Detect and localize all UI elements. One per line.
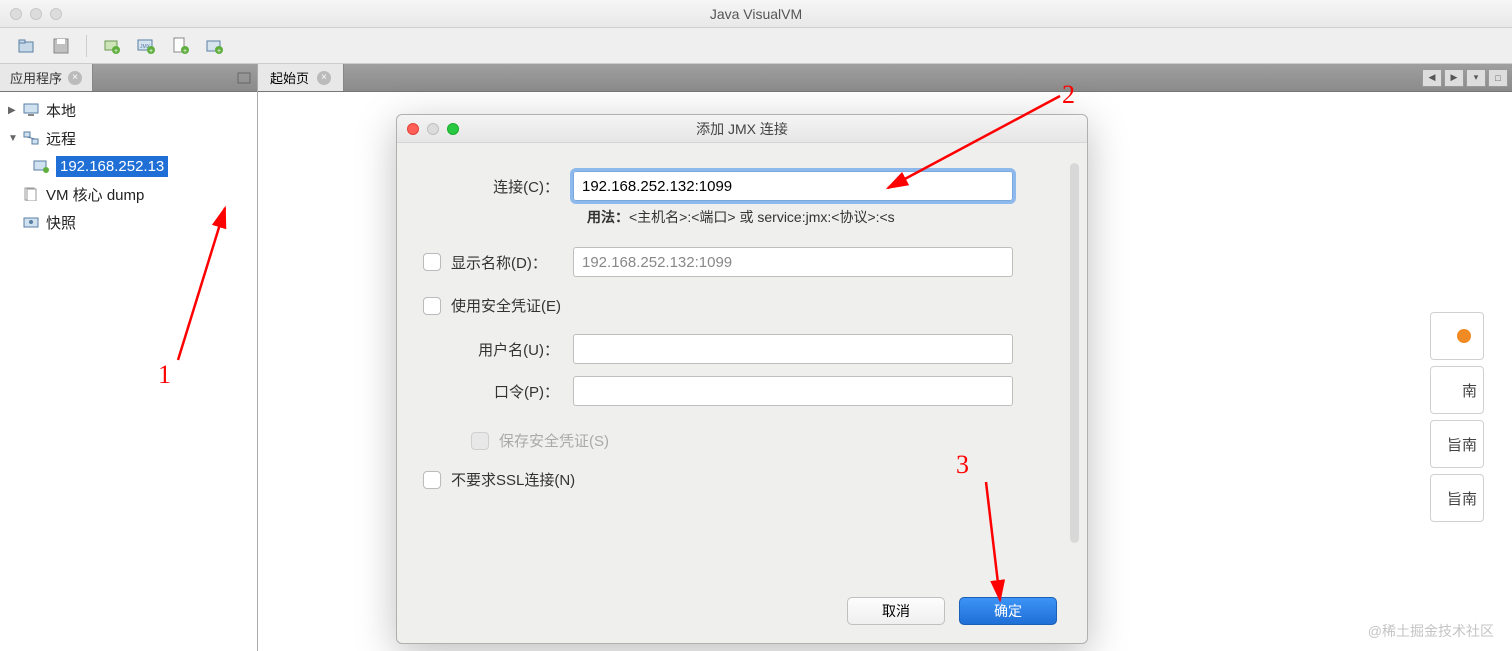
hint-cards: 南 旨南 旨南 [1430, 312, 1484, 528]
dump-icon [22, 186, 40, 202]
tree-label: 远程 [46, 128, 76, 149]
tb-add-jmx-icon[interactable]: JMX+ [131, 32, 161, 60]
svg-text:+: + [217, 48, 221, 55]
tab-startpage[interactable]: 起始页 × [258, 64, 344, 91]
nav-right-icon[interactable]: ▶ [1444, 69, 1464, 87]
annotation-number-3: 3 [956, 450, 969, 480]
toolbar-separator [86, 35, 87, 57]
nav-left-icon[interactable]: ◀ [1422, 69, 1442, 87]
svg-text:+: + [114, 48, 118, 55]
credentials-checkbox[interactable] [423, 297, 441, 315]
computer-icon [22, 102, 40, 118]
connection-usage-hint: 用法：<主机名>:<端口> 或 service:jmx:<协议>:<s [587, 207, 1061, 227]
tb-add-local-icon[interactable]: + [97, 32, 127, 60]
save-credentials-label: 保存安全凭证(S) [499, 430, 609, 451]
display-name-checkbox[interactable] [423, 253, 441, 271]
tab-label: 起始页 [270, 68, 309, 87]
tree-label: 192.168.252.13 [56, 156, 168, 177]
ok-button[interactable]: 确定 [959, 597, 1057, 625]
tree-node-local[interactable]: ▶ 本地 [0, 96, 257, 124]
svg-text:+: + [149, 48, 153, 55]
sidebar-tab-label: 应用程序 [10, 68, 62, 87]
hint-card[interactable] [1430, 312, 1484, 360]
annotation-number-1: 1 [158, 360, 171, 390]
close-window-icon[interactable] [10, 8, 22, 20]
traffic-lights [10, 8, 62, 20]
connection-input[interactable] [573, 171, 1013, 201]
dialog-title: 添加 JMX 连接 [696, 119, 788, 139]
hint-card[interactable]: 南 [1430, 366, 1484, 414]
display-name-input [573, 247, 1013, 277]
no-ssl-checkbox[interactable] [423, 471, 441, 489]
tree-node-snapshot[interactable]: 快照 [0, 208, 257, 236]
minimize-window-icon[interactable] [30, 8, 42, 20]
tree-node-remote[interactable]: ▼ 远程 [0, 124, 257, 152]
hint-text: 旨南 [1447, 434, 1477, 455]
cancel-button[interactable]: 取消 [847, 597, 945, 625]
tree-node-remote-host[interactable]: 192.168.252.13 [0, 152, 257, 180]
nav-maximize-icon[interactable]: □ [1488, 69, 1508, 87]
password-label: 口令(P)： [423, 381, 573, 402]
usage-bold: 用法： [587, 209, 629, 225]
network-icon [22, 130, 40, 146]
snapshot-icon [22, 214, 40, 230]
app-title: Java VisualVM [710, 6, 802, 22]
dialog-titlebar: 添加 JMX 连接 [397, 115, 1087, 143]
hint-text: 旨南 [1447, 488, 1477, 509]
sidebar-maximize-icon[interactable] [231, 64, 257, 91]
username-label: 用户名(U)： [423, 339, 573, 360]
no-ssl-label: 不要求SSL连接(N) [451, 469, 575, 490]
scrollbar[interactable] [1070, 163, 1079, 543]
hint-card[interactable]: 旨南 [1430, 474, 1484, 522]
cancel-label: 取消 [882, 601, 910, 621]
close-icon[interactable]: × [317, 71, 331, 85]
save-credentials-checkbox [471, 432, 489, 450]
app-titlebar: Java VisualVM [0, 0, 1512, 28]
username-input [573, 334, 1013, 364]
watermark: @稀土掘金技术社区 [1368, 621, 1494, 641]
connection-label: 连接(C)： [423, 176, 573, 197]
dialog-close-icon[interactable] [407, 123, 419, 135]
usage-text: <主机名>:<端口> 或 service:jmx:<协议>:<s [629, 209, 895, 225]
password-input [573, 376, 1013, 406]
zoom-window-icon[interactable] [50, 8, 62, 20]
tree-label: 快照 [46, 212, 76, 233]
add-jmx-dialog: 添加 JMX 连接 连接(C)： 用法：<主机名>:<端口> 或 service… [396, 114, 1088, 644]
app-tree: ▶ 本地 ▼ 远程 192.168.252.13 VM 核心 dump [0, 92, 257, 651]
svg-text:+: + [183, 48, 187, 55]
tb-save-icon[interactable] [46, 32, 76, 60]
tb-add-snapshot-icon[interactable]: + [199, 32, 229, 60]
credentials-label: 使用安全凭证(E) [451, 295, 561, 316]
hint-card[interactable]: 旨南 [1430, 420, 1484, 468]
display-name-label: 显示名称(D)： [451, 252, 573, 273]
tb-add-dump-icon[interactable]: + [165, 32, 195, 60]
tree-node-vmdump[interactable]: VM 核心 dump [0, 180, 257, 208]
toolbar: + JMX+ + + [0, 28, 1512, 64]
annotation-number-2: 2 [1062, 80, 1075, 110]
tb-open-icon[interactable] [12, 32, 42, 60]
expand-icon[interactable]: ▶ [8, 105, 22, 116]
dialog-minimize-icon [427, 123, 439, 135]
tree-label: 本地 [46, 100, 76, 121]
dot-icon [1457, 329, 1471, 343]
dialog-zoom-icon[interactable] [447, 123, 459, 135]
collapse-icon[interactable]: ▼ [8, 133, 22, 144]
tree-label: VM 核心 dump [46, 184, 144, 205]
host-icon [32, 158, 50, 174]
hint-text: 南 [1462, 380, 1477, 401]
dialog-traffic-lights [407, 123, 459, 135]
nav-dropdown-icon[interactable]: ▾ [1466, 69, 1486, 87]
tab-nav-controls: ◀ ▶ ▾ □ [1422, 64, 1512, 91]
close-icon[interactable]: × [68, 71, 82, 85]
sidebar-tab-apps[interactable]: 应用程序 × [0, 64, 93, 91]
main-tabs: 起始页 × ◀ ▶ ▾ □ [258, 64, 1512, 92]
ok-label: 确定 [994, 601, 1022, 621]
sidebar-tabs: 应用程序 × [0, 64, 257, 92]
